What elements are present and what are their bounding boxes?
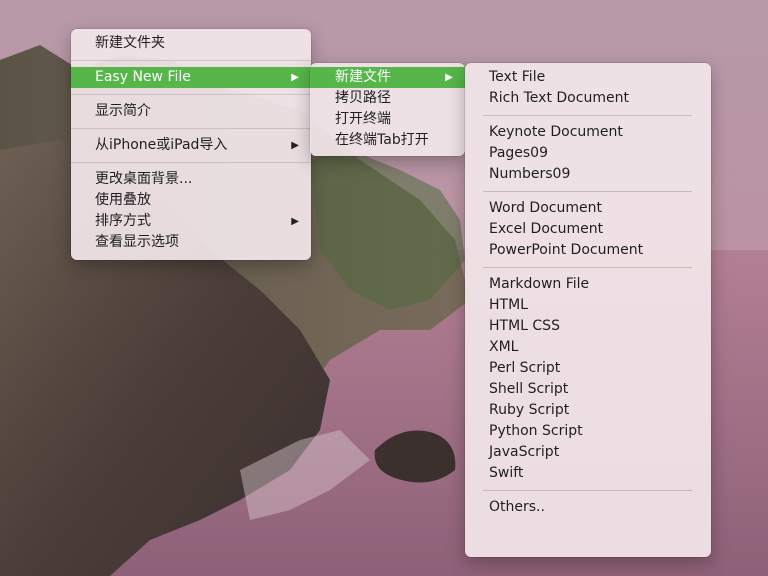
- menu-item-html[interactable]: HTML: [465, 295, 711, 316]
- submenu-arrow-icon: ▶: [291, 216, 299, 227]
- menu-item-label: Word Document: [489, 200, 602, 216]
- menu-item-label: 使用叠放: [95, 192, 151, 208]
- menu-item-powerpoint-document[interactable]: PowerPoint Document: [465, 240, 711, 261]
- menu-item-label: 拷贝路径: [335, 90, 391, 106]
- menu-item-change-wallpaper[interactable]: 更改桌面背景...: [71, 169, 311, 190]
- menu-item-html-css[interactable]: HTML CSS: [465, 316, 711, 337]
- menu-item-excel-document[interactable]: Excel Document: [465, 219, 711, 240]
- menu-separator: [483, 267, 692, 268]
- menu-item-label: 打开终端: [335, 111, 391, 127]
- menu-separator: [71, 128, 311, 129]
- menu-item-javascript[interactable]: JavaScript: [465, 442, 711, 463]
- menu-item-label: 新建文件: [335, 69, 391, 85]
- menu-item-label: 从iPhone或iPad导入: [95, 137, 228, 153]
- menu-item-label: Python Script: [489, 423, 583, 439]
- menu-item-import-from-iphone[interactable]: 从iPhone或iPad导入 ▶: [71, 135, 311, 156]
- easy-new-file-submenu: 新建文件 ▶ 拷贝路径 打开终端 在终端Tab打开: [310, 63, 465, 156]
- menu-item-label: Easy New File: [95, 69, 191, 85]
- menu-item-view-options[interactable]: 查看显示选项: [71, 232, 311, 253]
- menu-item-ruby-script[interactable]: Ruby Script: [465, 400, 711, 421]
- menu-separator: [483, 490, 692, 491]
- menu-item-label: 新建文件夹: [95, 35, 165, 51]
- menu-item-label: HTML CSS: [489, 318, 560, 334]
- menu-item-get-info[interactable]: 显示简介: [71, 101, 311, 122]
- menu-item-use-stacks[interactable]: 使用叠放: [71, 190, 311, 211]
- menu-item-label: 查看显示选项: [95, 234, 179, 250]
- menu-item-perl-script[interactable]: Perl Script: [465, 358, 711, 379]
- menu-item-others[interactable]: Others..: [465, 497, 711, 518]
- context-menu: 新建文件夹 Easy New File ▶ 显示简介 从iPhone或iPad导入…: [71, 29, 311, 260]
- menu-item-label: Shell Script: [489, 381, 569, 397]
- menu-item-pages09[interactable]: Pages09: [465, 143, 711, 164]
- menu-item-label: JavaScript: [489, 444, 560, 460]
- menu-item-label: PowerPoint Document: [489, 242, 644, 258]
- menu-separator: [71, 94, 311, 95]
- menu-item-label: Pages09: [489, 145, 549, 161]
- menu-item-label: Swift: [489, 465, 524, 481]
- menu-item-numbers09[interactable]: Numbers09: [465, 164, 711, 185]
- submenu-arrow-icon: ▶: [445, 72, 453, 83]
- menu-item-keynote-document[interactable]: Keynote Document: [465, 122, 711, 143]
- menu-item-swift[interactable]: Swift: [465, 463, 711, 484]
- menu-separator: [71, 162, 311, 163]
- menu-separator: [483, 191, 692, 192]
- new-file-submenu: Text File Rich Text Document Keynote Doc…: [465, 63, 711, 557]
- menu-item-label: Text File: [489, 69, 546, 85]
- menu-item-new-folder[interactable]: 新建文件夹: [71, 33, 311, 54]
- menu-item-label: 在终端Tab打开: [335, 132, 429, 148]
- submenu-arrow-icon: ▶: [291, 72, 299, 83]
- menu-item-copy-path[interactable]: 拷贝路径: [310, 88, 465, 109]
- menu-item-label: Numbers09: [489, 166, 571, 182]
- menu-separator: [483, 115, 692, 116]
- menu-item-label: HTML: [489, 297, 528, 313]
- menu-item-text-file[interactable]: Text File: [465, 67, 711, 88]
- menu-item-shell-script[interactable]: Shell Script: [465, 379, 711, 400]
- menu-item-label: Keynote Document: [489, 124, 623, 140]
- desktop[interactable]: 新建文件夹 Easy New File ▶ 显示简介 从iPhone或iPad导入…: [0, 0, 768, 576]
- menu-item-easy-new-file[interactable]: Easy New File ▶: [71, 67, 311, 88]
- menu-item-xml[interactable]: XML: [465, 337, 711, 358]
- menu-item-label: 显示简介: [95, 103, 151, 119]
- menu-item-new-file[interactable]: 新建文件 ▶: [310, 67, 465, 88]
- menu-item-open-terminal-tab[interactable]: 在终端Tab打开: [310, 130, 465, 151]
- menu-item-label: Markdown File: [489, 276, 590, 292]
- menu-item-label: Rich Text Document: [489, 90, 629, 106]
- menu-item-label: 更改桌面背景...: [95, 171, 193, 187]
- menu-item-markdown-file[interactable]: Markdown File: [465, 274, 711, 295]
- menu-item-open-terminal[interactable]: 打开终端: [310, 109, 465, 130]
- menu-item-label: Ruby Script: [489, 402, 570, 418]
- menu-item-label: Excel Document: [489, 221, 604, 237]
- menu-separator: [71, 60, 311, 61]
- menu-item-label: XML: [489, 339, 519, 355]
- menu-item-python-script[interactable]: Python Script: [465, 421, 711, 442]
- submenu-arrow-icon: ▶: [291, 140, 299, 151]
- menu-item-sort-by[interactable]: 排序方式 ▶: [71, 211, 311, 232]
- menu-item-rich-text-document[interactable]: Rich Text Document: [465, 88, 711, 109]
- menu-item-word-document[interactable]: Word Document: [465, 198, 711, 219]
- menu-item-label: 排序方式: [95, 213, 151, 229]
- menu-item-label: Others..: [489, 499, 545, 515]
- menu-item-label: Perl Script: [489, 360, 561, 376]
